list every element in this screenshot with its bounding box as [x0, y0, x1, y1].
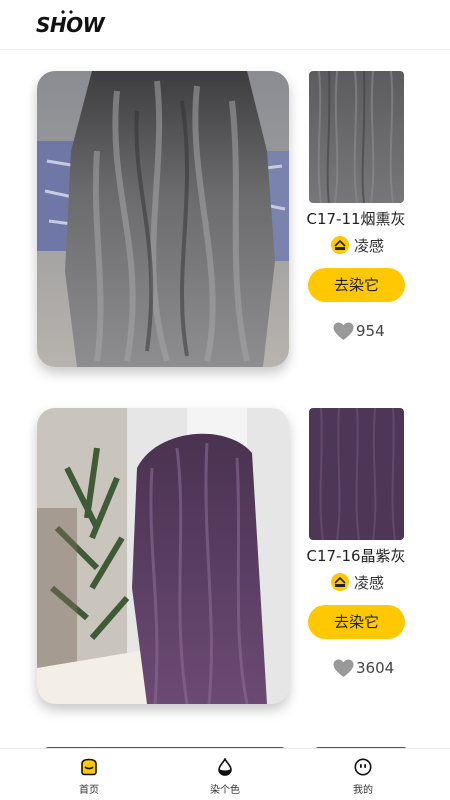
like-count: 954 [356, 322, 385, 340]
hair-photo[interactable] [37, 71, 289, 367]
tab-mine[interactable]: 我的 [318, 749, 408, 800]
hair-photo[interactable] [37, 408, 289, 704]
tab-label: 染个色 [210, 785, 240, 796]
brand-logo-icon [331, 573, 349, 591]
brand-name: 凌感 [354, 573, 385, 592]
brand-logo-icon [331, 236, 349, 254]
brand-name: 凌感 [354, 236, 385, 255]
dye-it-button[interactable]: 去染它 [308, 605, 405, 639]
color-swatch[interactable] [309, 71, 404, 203]
tab-label: 首页 [79, 785, 99, 796]
tab-dye[interactable]: 染个色 [180, 749, 270, 800]
like-count: 3604 [356, 659, 395, 677]
tab-home[interactable]: 首页 [44, 749, 134, 800]
heart-icon[interactable] [333, 659, 354, 678]
show-logo[interactable]: SHOW [36, 10, 105, 38]
brand-tag[interactable]: 凌感 [331, 235, 384, 255]
like-counter[interactable]: 3604 [333, 657, 394, 679]
color-card[interactable]: C17-16晶紫灰 凌感 去染它 3604 [0, 408, 450, 708]
app-header: SHOW [0, 0, 450, 50]
bottom-tab-bar: 首页 染个色 我的 [0, 748, 450, 800]
tab-label: 我的 [353, 785, 373, 796]
dye-it-button[interactable]: 去染它 [308, 268, 405, 302]
color-card[interactable]: C17-11烟熏灰 凌感 去染它 954 [0, 71, 450, 371]
logo-text: SHOW [36, 13, 105, 37]
like-counter[interactable]: 954 [333, 320, 385, 342]
logo-eyes-icon [61, 10, 73, 14]
color-name: C17-11烟熏灰 [306, 210, 406, 228]
hair-color-feed[interactable]: C17-11烟熏灰 凌感 去染它 954 C17-16晶紫灰 凌感 去染它 36… [0, 50, 450, 748]
color-swatch[interactable] [309, 408, 404, 540]
smiley-icon [354, 758, 372, 776]
color-name: C17-16晶紫灰 [306, 547, 406, 565]
home-icon [81, 758, 97, 776]
heart-icon[interactable] [333, 322, 354, 341]
brand-tag[interactable]: 凌感 [331, 572, 384, 592]
drop-icon [218, 758, 232, 776]
